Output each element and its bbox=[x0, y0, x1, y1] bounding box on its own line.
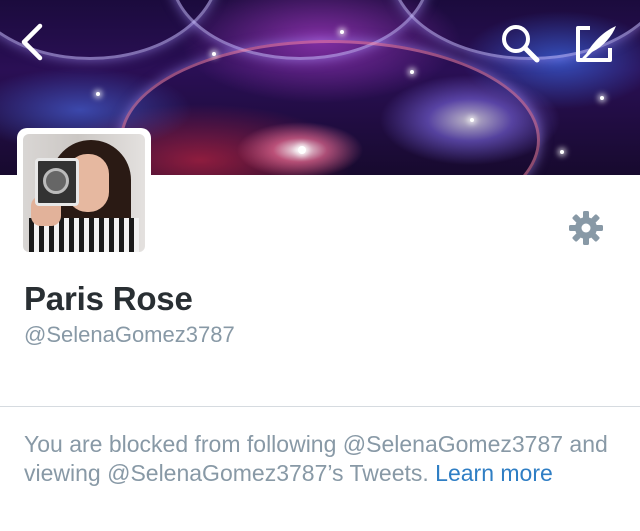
avatar[interactable] bbox=[23, 134, 145, 252]
banner-star bbox=[410, 70, 414, 74]
banner-star bbox=[600, 96, 604, 100]
learn-more-link[interactable]: Learn more bbox=[435, 460, 553, 486]
search-icon[interactable] bbox=[498, 22, 544, 64]
banner-star bbox=[96, 92, 100, 96]
banner-star bbox=[560, 150, 564, 154]
blocked-notice: You are blocked from following @SelenaGo… bbox=[24, 430, 624, 488]
profile-name: Paris Rose bbox=[24, 280, 193, 317]
avatar-camera-lens bbox=[43, 168, 69, 194]
chevron-left-icon[interactable] bbox=[16, 22, 50, 62]
banner-star bbox=[298, 146, 306, 154]
banner-star bbox=[212, 52, 216, 56]
compose-tweet-icon[interactable] bbox=[572, 22, 620, 64]
divider bbox=[0, 406, 640, 407]
profile-handle: @SelenaGomez3787 bbox=[24, 322, 235, 347]
banner-star bbox=[340, 30, 344, 34]
gear-icon[interactable] bbox=[568, 210, 604, 246]
banner-star bbox=[470, 118, 474, 122]
avatar-frame bbox=[17, 128, 151, 258]
banner-arc bbox=[120, 40, 540, 175]
